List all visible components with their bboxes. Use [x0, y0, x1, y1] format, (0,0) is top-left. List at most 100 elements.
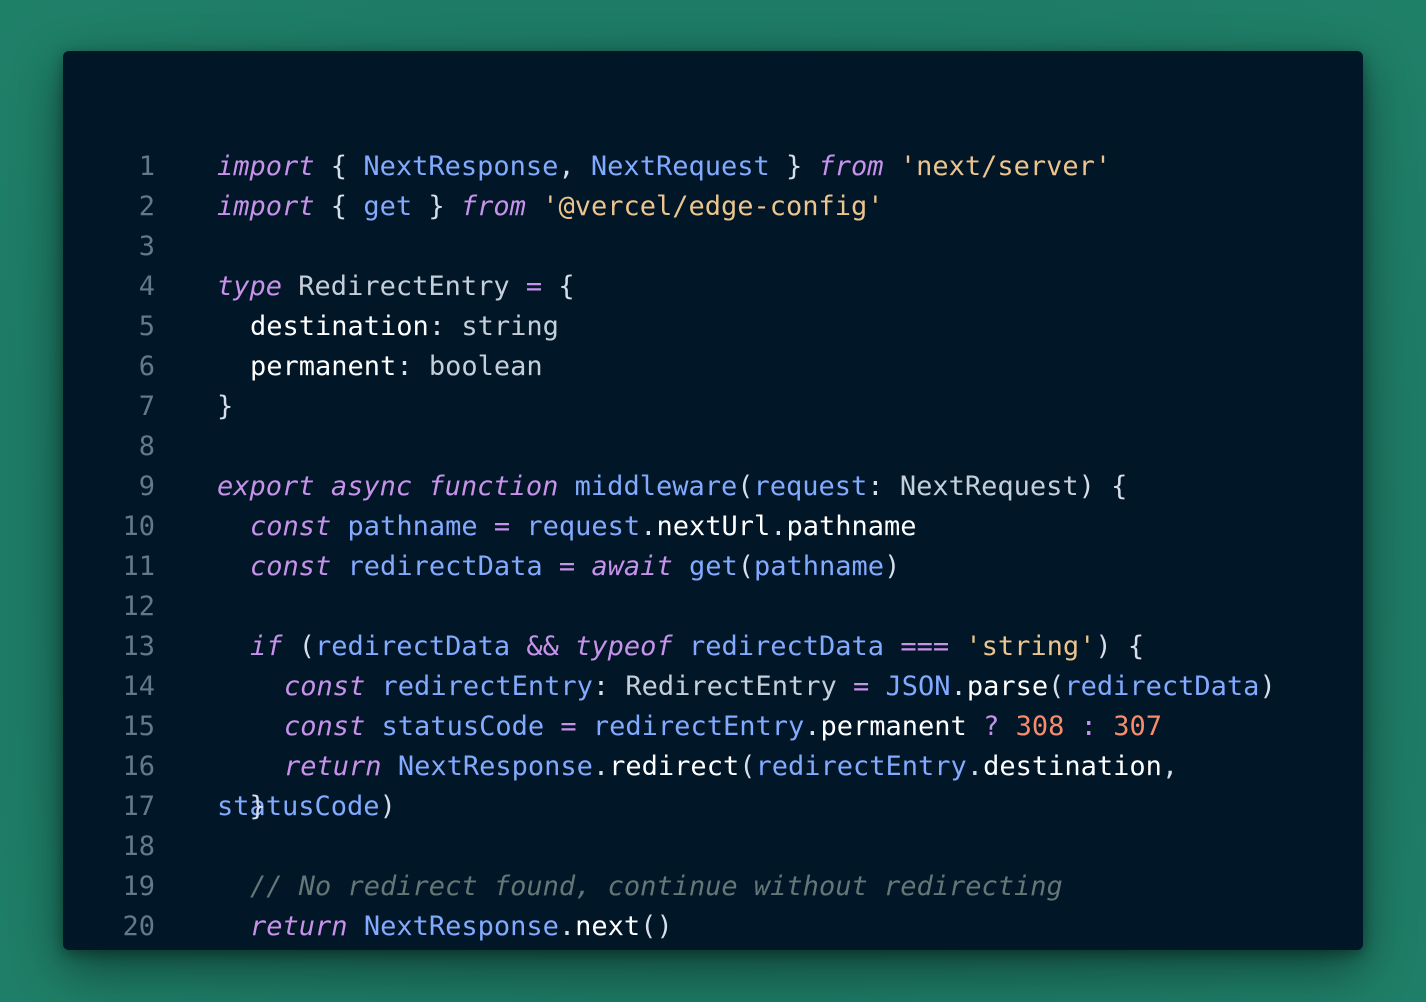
code-token: {: [314, 191, 364, 222]
code-token: =: [525, 271, 543, 302]
code-text: import { get } from '@vercel/edge-config…: [217, 187, 884, 227]
code-token: :: [428, 311, 462, 342]
code-token: ) {: [1095, 631, 1145, 662]
code-token: redirectData: [315, 631, 511, 662]
code-token: request: [753, 471, 868, 502]
line-number: 10: [122, 511, 155, 542]
code-token: .: [966, 751, 984, 782]
line-number: 5: [138, 311, 155, 342]
code-token: import: [217, 151, 315, 182]
code-token: ) {: [1078, 471, 1128, 502]
code-token: 308: [1015, 711, 1065, 742]
line-number: 2: [138, 191, 155, 222]
code-token: const: [284, 671, 366, 702]
code-token: from: [818, 151, 884, 182]
code-text: const pathname = request.nextUrl.pathnam…: [217, 507, 917, 547]
code-token: .: [558, 911, 576, 942]
line-number: 7: [138, 391, 155, 422]
code-token: return: [284, 751, 382, 782]
code-token: =: [852, 671, 870, 702]
code-token: redirectEntry: [381, 671, 593, 702]
code-text: if (redirectData && typeof redirectData …: [217, 627, 1144, 667]
code-token: if: [250, 631, 283, 662]
code-token: return: [250, 911, 348, 942]
code-token: {: [542, 271, 575, 302]
code-token: // No redirect found, continue without r…: [250, 871, 1063, 902]
code-token: :: [592, 671, 626, 702]
code-token: (: [282, 631, 316, 662]
code-token: :: [396, 351, 429, 382]
line-number: 9: [138, 471, 155, 502]
line-number: 18: [122, 831, 155, 862]
code-token: =: [493, 511, 511, 542]
code-text: // No redirect found, continue without r…: [217, 867, 1063, 907]
code-text: const redirectEntry: RedirectEntry = JSO…: [217, 667, 1276, 707]
code-text: const redirectData = await get(pathname): [217, 547, 900, 587]
code-token: NextResponse: [363, 151, 559, 182]
line-number: 12: [122, 591, 155, 622]
code-token: get: [688, 551, 738, 582]
code-token: redirectEntry: [755, 751, 967, 782]
line-number: 16: [122, 751, 155, 782]
code-token: request: [526, 511, 641, 542]
code-token: NextResponse: [397, 751, 593, 782]
code-token: ): [1259, 671, 1276, 702]
code-token: typeof: [575, 631, 673, 662]
code-token: redirectData: [688, 631, 885, 662]
code-token: ): [884, 551, 901, 582]
code-token: RedirectEntry: [298, 271, 510, 302]
code-token: async: [330, 471, 413, 502]
code-text: destination: string: [217, 307, 559, 347]
code-window: 1 import { NextResponse, NextRequest } fr…: [63, 51, 1363, 950]
code-text: type RedirectEntry = {: [217, 267, 575, 307]
code-token: .: [640, 511, 657, 542]
code-token: destination: [250, 311, 429, 342]
code-token: NextRequest: [899, 471, 1079, 502]
code-token: middleware: [574, 471, 738, 502]
line-number: 1: [138, 151, 155, 182]
code-token: redirectEntry: [592, 711, 805, 742]
code-token: =: [558, 551, 576, 582]
code-token: const: [250, 551, 332, 582]
code-token: ?: [983, 711, 1000, 742]
code-token: .: [804, 711, 821, 742]
line-number: 4: [138, 271, 155, 302]
code-token: function: [428, 471, 559, 502]
code-token: }: [217, 391, 234, 422]
line-number: 3: [138, 231, 155, 262]
line-number: 19: [122, 871, 155, 902]
code-token: NextResponse: [363, 911, 559, 942]
code-token: 307: [1113, 711, 1162, 742]
code-token: const: [250, 511, 332, 542]
code-text: return NextResponse.redirect(redirectEnt…: [217, 747, 1194, 787]
code-token: }: [769, 151, 819, 182]
code-token: await: [591, 551, 673, 582]
code-token: redirectData: [347, 551, 543, 582]
code-token: permanent: [820, 711, 967, 742]
code-token: get: [363, 191, 413, 222]
code-token: (): [640, 911, 673, 942]
code-token: (: [739, 751, 756, 782]
line-number: 8: [138, 431, 155, 462]
code-token: boolean: [428, 351, 543, 382]
